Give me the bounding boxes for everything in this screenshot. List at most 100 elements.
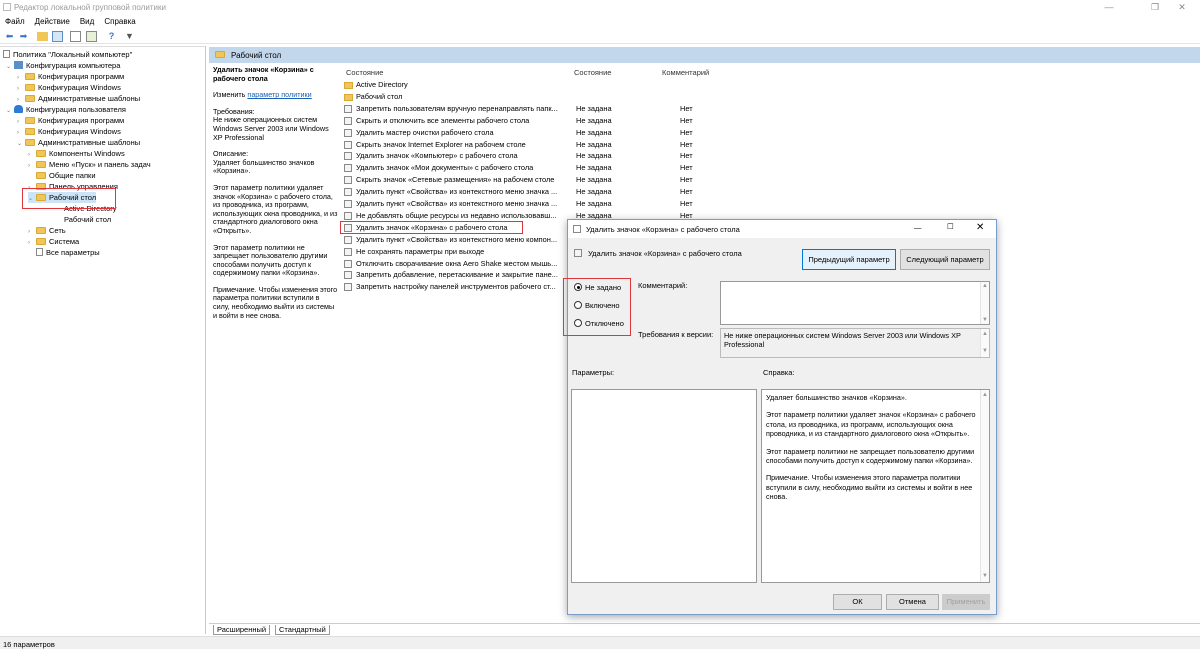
help-scrollbar[interactable]: ▲ ▼ <box>980 390 989 582</box>
previous-setting-button[interactable]: Предыдущий параметр <box>802 249 896 270</box>
apply-button[interactable]: Применить <box>942 594 990 610</box>
column-header-state[interactable]: Состояние <box>574 68 611 77</box>
row-name: Скрыть значок Internet Explorer на рабоч… <box>356 139 526 149</box>
tree-item-windows-components[interactable]: › Компоненты Windows <box>28 148 125 159</box>
policy-icon <box>3 50 10 58</box>
description-paragraph: Примечание. Чтобы изменения этого параме… <box>213 284 338 320</box>
edit-policy-link[interactable]: параметр политики <box>247 90 311 99</box>
filter-icon[interactable]: ▼ <box>124 31 135 42</box>
properties-icon[interactable] <box>86 31 97 42</box>
row-name: Active Directory <box>356 80 408 89</box>
menu-action[interactable]: Действие <box>30 15 75 28</box>
comment-scrollbar[interactable]: ▲ ▼ <box>980 282 989 324</box>
dialog-minimize-button[interactable]: — <box>914 223 922 232</box>
list-policy-row[interactable]: Скрыть значок «Сетевые размещения» на ра… <box>344 174 1164 186</box>
tab-extended[interactable]: Расширенный <box>213 625 271 635</box>
policy-icon <box>344 271 352 280</box>
list-policy-row[interactable]: Запретить пользователям вручную перенапр… <box>344 103 1164 115</box>
list-policy-row[interactable]: Скрыть и отключить все элементы рабочего… <box>344 115 1164 127</box>
dialog-close-button[interactable]: ✕ <box>976 222 984 233</box>
list-folder-row[interactable]: Рабочий стол <box>344 91 1164 103</box>
content-header: Рабочий стол <box>209 47 1200 63</box>
show-tree-icon[interactable] <box>52 31 63 42</box>
menu-file[interactable]: Файл <box>0 15 30 28</box>
folder-icon <box>25 84 35 91</box>
scroll-up-icon[interactable]: ▲ <box>981 283 989 289</box>
tree-item-software-settings[interactable]: › Конфигурация программ <box>17 115 124 126</box>
tree-item-start-menu[interactable]: › Меню «Пуск» и панель задач <box>28 159 151 170</box>
requirements-scrollbar[interactable]: ▲ ▼ <box>980 329 989 357</box>
tree-item-desktop-sub[interactable]: Рабочий стол <box>64 214 111 225</box>
comment-label: Комментарий: <box>638 281 688 290</box>
tree-item-computer-config[interactable]: ⌄ Конфигурация компьютера <box>6 60 120 71</box>
folder-icon <box>36 172 46 179</box>
tree-item-local-policy[interactable]: Политика "Локальный компьютер" <box>3 49 132 60</box>
dialog-title: Удалить значок «Корзина» с рабочего стол… <box>586 225 740 234</box>
scroll-up-icon[interactable]: ▲ <box>981 391 989 400</box>
dialog-maximize-button[interactable]: ☐ <box>947 222 954 231</box>
chevron-down-icon[interactable]: ⌄ <box>17 139 25 150</box>
row-comment: Нет <box>680 199 693 208</box>
tree-item-shared-folders[interactable]: Общие папки <box>28 170 96 181</box>
comment-field[interactable]: ▲ ▼ <box>720 281 990 325</box>
folder-icon <box>36 161 46 168</box>
folder-icon <box>25 73 35 80</box>
scroll-down-icon[interactable]: ▼ <box>981 317 989 323</box>
tree-pane: Политика "Локальный компьютер" ⌄ Конфигур… <box>0 46 206 634</box>
list-policy-row[interactable]: Удалить мастер очистки рабочего стола Не … <box>344 127 1164 139</box>
list-policy-row[interactable]: Удалить значок «Мои документы» с рабочег… <box>344 162 1164 174</box>
row-comment: Нет <box>680 103 693 113</box>
menu-view[interactable]: Вид <box>75 15 99 28</box>
policy-dialog: Удалить значок «Корзина» с рабочего стол… <box>567 219 997 615</box>
row-name: Скрыть значок «Сетевые размещения» на ра… <box>356 175 555 185</box>
scroll-down-icon[interactable]: ▼ <box>981 347 989 356</box>
row-state: Не задана <box>576 103 612 113</box>
description-pane: Удалить значок «Корзина» с рабочего стол… <box>213 65 338 328</box>
row-name: Удалить мастер очистки рабочего стола <box>356 127 494 137</box>
tree-item-all-settings[interactable]: Все параметры <box>28 247 100 258</box>
tree-item-software-settings[interactable]: › Конфигурация программ <box>17 71 124 82</box>
chevron-down-icon[interactable]: ⌄ <box>6 106 14 117</box>
ok-button[interactable]: ОК <box>833 594 882 610</box>
back-arrow-icon[interactable]: ⬅ <box>4 31 15 42</box>
close-button[interactable]: ✕ <box>1164 0 1200 14</box>
computer-icon <box>14 61 23 69</box>
export-list-icon[interactable] <box>70 31 81 42</box>
folder-icon <box>36 238 46 245</box>
minimize-button[interactable]: — <box>1091 0 1127 14</box>
tree-item-user-config[interactable]: ⌄ Конфигурация пользователя <box>6 104 126 115</box>
forward-arrow-icon[interactable]: ➡ <box>18 31 29 42</box>
tree-item-windows-settings[interactable]: › Конфигурация Windows <box>17 82 121 93</box>
tree-item-admin-templates[interactable]: › Административные шаблоны <box>17 93 140 104</box>
list-policy-row[interactable]: Удалить пункт «Свойства» из контекстного… <box>344 198 1164 210</box>
list-policy-row[interactable]: Удалить пункт «Свойства» из контекстного… <box>344 186 1164 198</box>
tree-item-admin-templates[interactable]: ⌄ Административные шаблоны <box>17 137 140 148</box>
row-comment: Нет <box>680 115 693 125</box>
highlight-desktop-node <box>22 188 116 209</box>
row-name: Запретить настройку панелей инструментов… <box>356 282 556 292</box>
list-policy-row[interactable]: Скрыть значок Internet Explorer на рабоч… <box>344 139 1164 151</box>
row-comment: Нет <box>680 139 693 149</box>
tree-item-system[interactable]: › Система <box>28 236 79 247</box>
list-folder-row[interactable]: Active Directory <box>344 79 1164 91</box>
up-folder-icon[interactable] <box>37 32 48 41</box>
column-header-setting[interactable]: Состояние <box>346 68 383 77</box>
next-setting-button[interactable]: Следующий параметр <box>900 249 990 270</box>
policy-icon <box>344 164 352 173</box>
scroll-up-icon[interactable]: ▲ <box>981 330 989 339</box>
menu-help[interactable]: Справка <box>99 15 140 28</box>
tree-item-network[interactable]: › Сеть <box>28 225 66 236</box>
cancel-button[interactable]: Отмена <box>886 594 939 610</box>
scroll-down-icon[interactable]: ▼ <box>981 572 989 581</box>
tab-standard[interactable]: Стандартный <box>275 625 330 635</box>
policy-icon <box>344 247 352 256</box>
chevron-down-icon[interactable]: ⌄ <box>6 62 14 73</box>
highlight-selected-policy <box>340 221 523 234</box>
row-name: Рабочий стол <box>356 91 403 101</box>
help-icon[interactable]: ? <box>106 31 117 42</box>
column-header-comment[interactable]: Комментарий <box>662 68 709 77</box>
list-policy-row[interactable]: Удалить значок «Компьютер» с рабочего ст… <box>344 150 1164 162</box>
folder-icon <box>344 82 353 89</box>
tree-item-windows-settings[interactable]: › Конфигурация Windows <box>17 126 121 137</box>
status-bar: 16 параметров <box>0 636 1200 649</box>
